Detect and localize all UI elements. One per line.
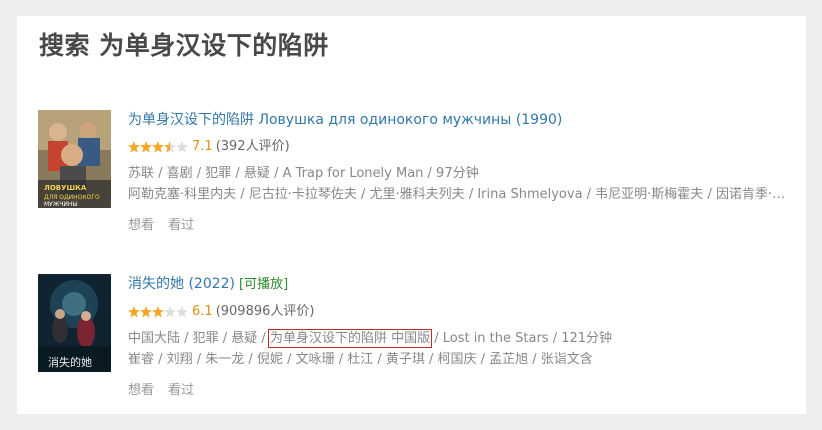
meta-alt-title-highlight: 为单身汉设下的陷阱 中国版 (267, 329, 433, 348)
svg-text:ЛОВУШКА: ЛОВУШКА (44, 184, 87, 192)
result-info: 为单身汉设下的陷阱 Ловушка для одинокого мужчины … (128, 110, 798, 233)
result-title-link[interactable]: 消失的她 (2022) (128, 276, 235, 292)
rating-row: 6.1 (909896人评价) (128, 303, 798, 321)
rating-row: 7.1 (392人评价) (128, 138, 798, 156)
search-results-panel: 搜索 为单身汉设下的陷阱 ЛОВУШКА ДЛЯ ОДИНОКОГО МУЖЧИ… (17, 16, 806, 414)
want-to-watch-button[interactable]: 想看 (128, 383, 154, 398)
result-meta: 苏联 / 喜剧 / 犯罪 / 悬疑 / A Trap for Lonely Ma… (128, 166, 479, 181)
svg-text:МУЖЧИНЫ: МУЖЧИНЫ (44, 201, 78, 208)
rating-votes: (392人评价) (215, 139, 290, 154)
result-cast: 阿勒克塞·科里内夫 / 尼古拉·卡拉琴佐夫 / 尤里·雅科夫列夫 / Irina… (128, 187, 798, 202)
result-title-link[interactable]: 为单身汉设下的陷阱 Ловушка для одинокого мужчины … (128, 112, 562, 128)
watched-button[interactable]: 看过 (168, 218, 194, 233)
want-to-watch-button[interactable]: 想看 (128, 218, 154, 233)
page-title: 搜索 为单身汉设下的陷阱 (39, 31, 329, 60)
poster-image[interactable]: ЛОВУШКА ДЛЯ ОДИНОКОГО МУЖЧИНЫ (38, 110, 111, 208)
svg-text:ДЛЯ ОДИНОКОГО: ДЛЯ ОДИНОКОГО (44, 194, 100, 201)
rating-stars-icon (128, 140, 188, 153)
result-cast: 崔睿 / 刘翔 / 朱一龙 / 倪妮 / 文咏珊 / 杜江 / 黄子琪 / 柯国… (128, 352, 593, 367)
meta-suffix: / Lost in the Stars / 121分钟 (430, 331, 613, 346)
result-actions: 想看 看过 (128, 214, 798, 233)
result-actions: 想看 看过 (128, 379, 798, 398)
meta-prefix: 中国大陆 / 犯罪 / 悬疑 / (128, 331, 270, 346)
rating-stars-icon (128, 305, 188, 318)
watched-button[interactable]: 看过 (168, 383, 194, 398)
rating-votes: (909896人评价) (215, 304, 315, 319)
result-info: 消失的她 (2022) [可播放] 6.1 (909896人评价) 中国大陆 / 犯… (128, 274, 798, 398)
poster-image[interactable]: 消失的她 (38, 274, 111, 372)
rating-score: 7.1 (192, 139, 213, 154)
rating-score: 6.1 (192, 304, 213, 319)
svg-text:消失的她: 消失的她 (48, 355, 92, 369)
result-meta: 中国大陆 / 犯罪 / 悬疑 / 为单身汉设下的陷阱 中国版 / Lost in… (128, 328, 798, 349)
playable-badge[interactable]: [可播放] (239, 277, 288, 292)
